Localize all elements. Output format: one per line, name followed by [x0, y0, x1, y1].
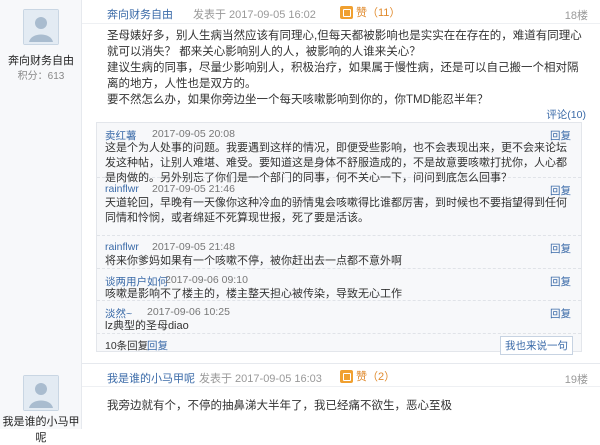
post-paragraph: 我旁边就有个，不停的抽鼻涕大半年了，我已经痛不欲生，恶心至极	[107, 400, 452, 412]
username[interactable]: 我是谁的小马甲呢	[0, 413, 82, 445]
avatar[interactable]	[23, 375, 59, 411]
comment-text: 将来你爹妈如果有一个咳嗽不停，被你赶出去一点都不意外啊	[105, 255, 402, 267]
comment-item: 谈两用户如何 2017-09-06 09:10 回复 咳嗽是影响不了楼主的，楼主…	[97, 269, 581, 301]
user-credits: 积分：613	[17, 71, 65, 82]
default-avatar-icon	[24, 10, 58, 44]
post-content: 我是谁的小马甲呢 发表于 2017-09-05 16:03 赞（2） 19楼 我…	[82, 363, 600, 429]
floor-number: 19楼	[564, 374, 588, 386]
post-paragraph: 要不然怎么办，如果你旁边坐一个每天咳嗽影响到你的，你TMD能忍半年？	[107, 94, 489, 106]
post-header: 我是谁的小马甲呢 发表于 2017-09-05 16:03 赞（2） 19楼	[82, 363, 600, 387]
thumbs-up-icon	[340, 369, 353, 383]
comment-time: 2017-09-05 21:48	[152, 241, 235, 253]
comment-time: 2017-09-05 21:46	[152, 183, 235, 195]
username[interactable]: 奔向财务自由	[0, 52, 82, 68]
default-avatar-icon	[24, 376, 58, 410]
comment-time: 2017-09-06 09:10	[165, 274, 248, 286]
like-count: 赞（11）	[356, 7, 401, 19]
post-floor-18: 奔向财务自由 积分：613 奔向财务自由 发表于 2017-09-05 16:0…	[0, 0, 600, 363]
comment-item: 淡然~ 2017-09-06 10:25 回复 lz典型的圣母diao	[97, 301, 581, 334]
write-comment-button[interactable]: 我也来说一句	[500, 336, 573, 355]
post-paragraph: 建议生病的同事，尽量少影响别人，积极治疗，如果属于慢性病，还是可以自己搬一个相对…	[107, 62, 579, 90]
post-author-link[interactable]: 我是谁的小马甲呢	[107, 370, 195, 386]
comment-panel: 卖红薯 2017-09-05 20:08 回复 这是个为人处事的问题。我要遇到这…	[96, 122, 582, 355]
post-content: 奔向财务自由 发表于 2017-09-05 16:02 赞（11） 18楼 圣母…	[82, 0, 600, 363]
post-body: 圣母婊好多，别人生病当然应该有同理心,但每天都被影响也是实实在在存在的，难道有同…	[107, 28, 586, 108]
post-header: 奔向财务自由 发表于 2017-09-05 16:02 赞（11） 18楼	[82, 0, 600, 24]
comment-author-link[interactable]: rainflwr	[105, 183, 139, 195]
comment-text: 天道轮回，早晚有一天像你这种冷血的骄情鬼会咳嗽得比谁都厉害，到时候也不要指望得到…	[105, 197, 567, 224]
post-date: 发表于 2017-09-05 16:02	[193, 9, 316, 21]
comment-item: rainflwr 2017-09-05 21:46 回复 天道轮回，早晚有一天像…	[97, 178, 581, 236]
thumbs-up-icon	[340, 5, 353, 19]
like-button[interactable]: 赞（11）	[340, 4, 400, 20]
user-sidebar: 奔向财务自由 积分：613	[0, 0, 82, 363]
reply-toggle-link[interactable]: 回复	[147, 338, 168, 353]
post-paragraph: 圣母婊好多，别人生病当然应该有同理心,但每天都被影响也是实实在在存在的，难道有同…	[107, 30, 582, 58]
comment-item: 卖红薯 2017-09-05 20:08 回复 这是个为人处事的问题。我要遇到这…	[97, 123, 581, 184]
comment-author-link[interactable]: rainflwr	[105, 241, 139, 253]
comment-text: lz典型的圣母diao	[105, 320, 189, 332]
user-sidebar: 我是谁的小马甲呢	[0, 363, 82, 444]
like-button[interactable]: 赞（2）	[340, 368, 395, 384]
avatar[interactable]	[23, 9, 59, 45]
post-floor-19: 我是谁的小马甲呢 我是谁的小马甲呢 发表于 2017-09-05 16:03 赞…	[0, 363, 600, 444]
reply-count: 10条回复	[105, 340, 149, 352]
post-author-link[interactable]: 奔向财务自由	[107, 6, 173, 22]
comments-toggle-link[interactable]: 评论(10)	[546, 107, 586, 122]
comment-time: 2017-09-06 10:25	[147, 306, 230, 318]
like-count: 赞（2）	[356, 371, 396, 383]
comment-item: rainflwr 2017-09-05 21:48 回复 将来你爹妈如果有一个咳…	[97, 236, 581, 269]
comment-text: 咳嗽是影响不了楼主的，楼主整天担心被传染，导致无心工作	[105, 288, 402, 300]
comment-footer: 10条回复 回复 我也来说一句	[97, 334, 581, 355]
post-date: 发表于 2017-09-05 16:03	[199, 373, 322, 385]
post-body: 我旁边就有个，不停的抽鼻涕大半年了，我已经痛不欲生，恶心至极	[107, 398, 586, 414]
comment-time: 2017-09-05 20:08	[152, 128, 235, 140]
floor-number: 18楼	[564, 10, 588, 22]
